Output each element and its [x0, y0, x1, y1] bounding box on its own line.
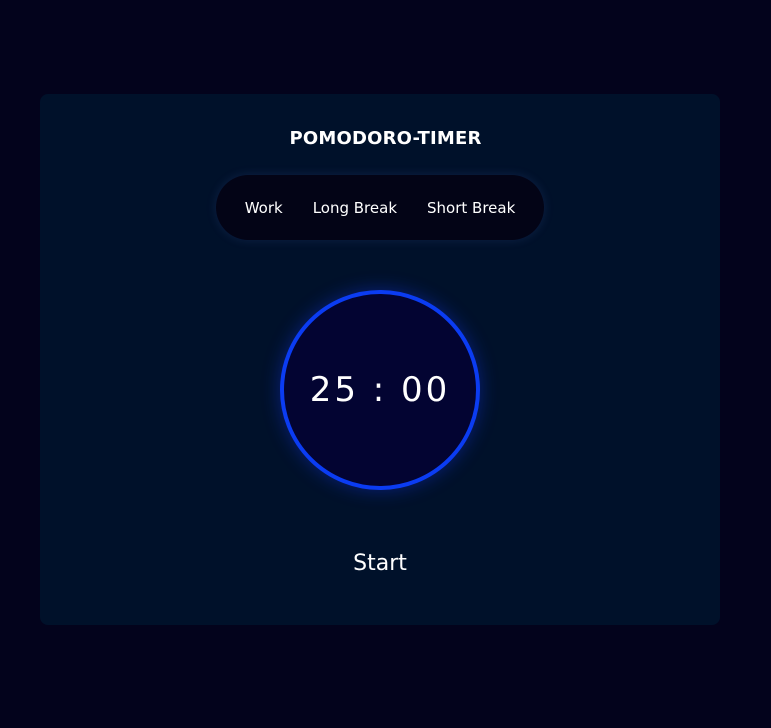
work-mode-button[interactable]: Work	[245, 199, 283, 217]
mode-selector: Work Long Break Short Break	[216, 175, 544, 240]
timer-ring: 25 : 00	[280, 290, 480, 490]
start-button[interactable]: Start	[330, 545, 430, 581]
short-break-mode-button[interactable]: Short Break	[427, 199, 515, 217]
app-title: POMODORO-TIMER	[289, 128, 482, 149]
long-break-mode-button[interactable]: Long Break	[313, 199, 397, 217]
time-display: 25 : 00	[309, 370, 451, 410]
